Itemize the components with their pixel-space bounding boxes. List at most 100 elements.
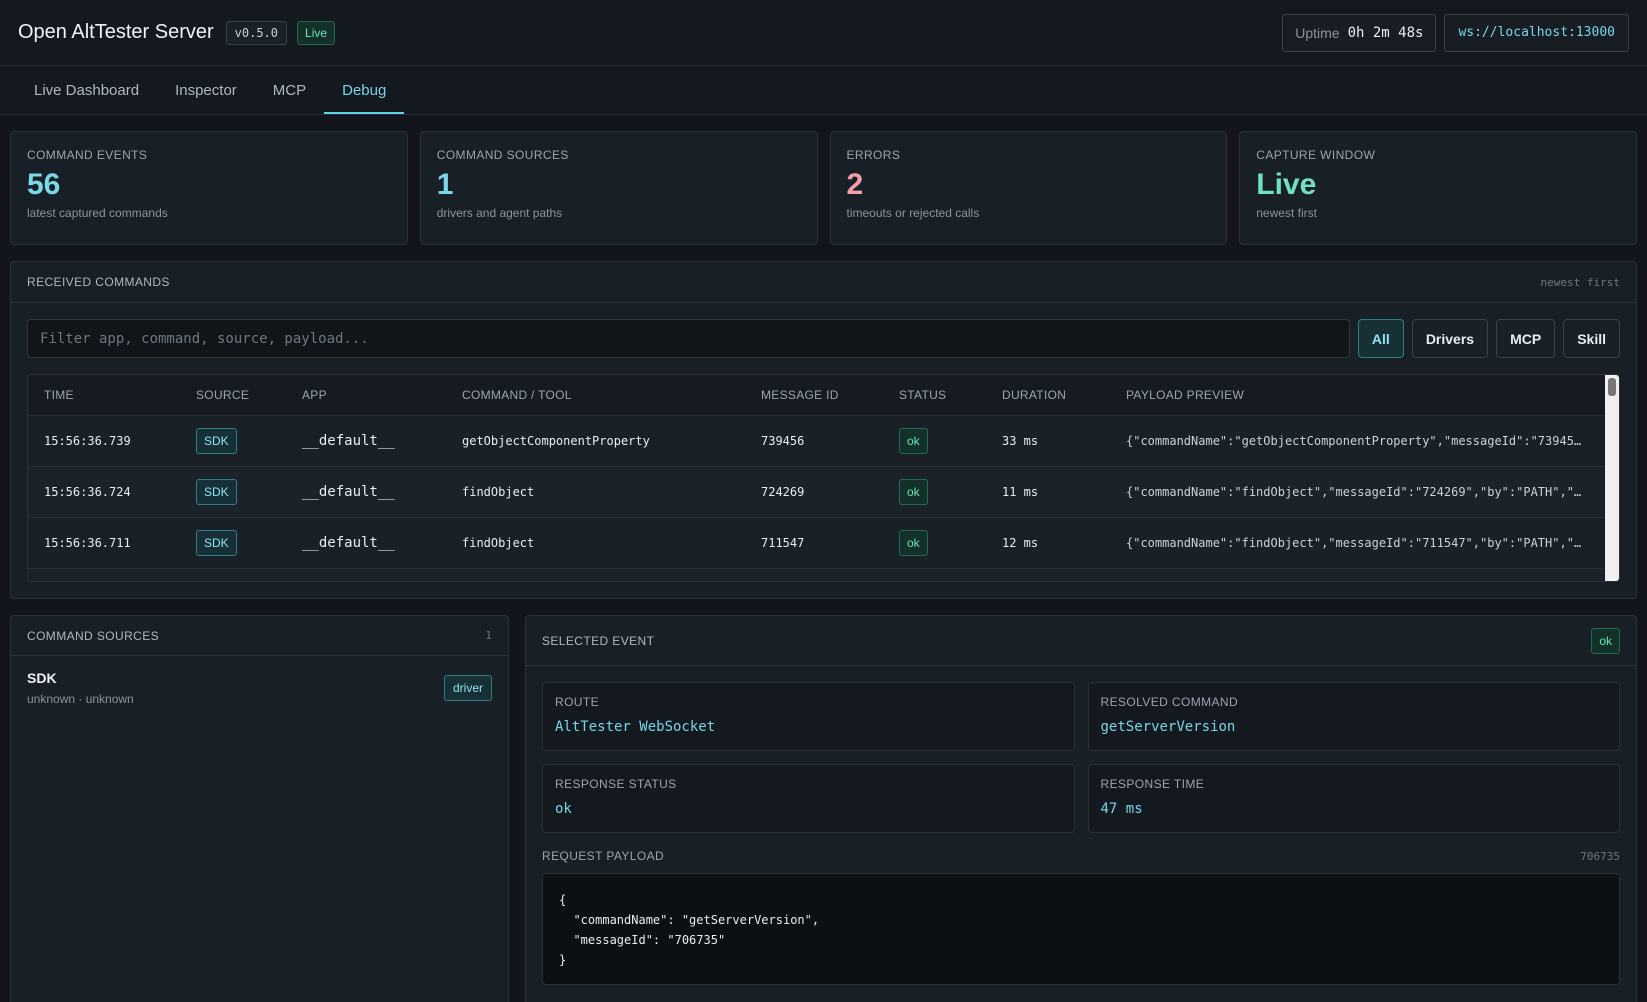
panel-title: RECEIVED COMMANDS: [27, 275, 170, 289]
request-payload-label: REQUEST PAYLOAD: [542, 849, 665, 863]
sources-count: 1: [485, 629, 492, 642]
status-badge: [899, 580, 919, 581]
scrollbar-thumb[interactable]: [1608, 378, 1616, 396]
cell-app: __default__: [286, 414, 446, 466]
version-badge: v0.5.0: [225, 20, 288, 45]
top-bar: Open AltTester Server v0.5.0 Live Uptime…: [0, 0, 1647, 66]
stat-subtitle: newest first: [1256, 206, 1317, 220]
cell-command: findObject: [446, 516, 745, 568]
cell-message-id: 739456: [745, 414, 883, 466]
selected-event-panel: SELECTED EVENT ok ROUTE AltTester WebSoc…: [525, 615, 1637, 1002]
commands-table: TIME SOURCE APP COMMAND / TOOL MESSAGE I…: [27, 374, 1620, 582]
tab-live-dashboard[interactable]: Live Dashboard: [16, 66, 157, 114]
stat-label: COMMAND EVENTS: [27, 148, 148, 162]
column-header-duration[interactable]: DURATION: [986, 375, 1110, 415]
column-header-command[interactable]: COMMAND / TOOL: [446, 375, 745, 415]
request-payload-header: REQUEST PAYLOAD 706735: [526, 833, 1636, 863]
filter-mcp-button[interactable]: MCP: [1496, 319, 1556, 358]
field-value: ok: [555, 801, 572, 817]
stat-subtitle: drivers and agent paths: [436, 206, 563, 220]
stat-card-command-sources: COMMAND SOURCES 1 drivers and agent path…: [419, 131, 818, 245]
source-badge: [196, 580, 216, 581]
resolved-command-field: RESOLVED COMMAND getServerVersion: [1087, 682, 1620, 751]
panel-header: SELECTED EVENT ok: [526, 616, 1636, 666]
column-header-payload[interactable]: PAYLOAD PREVIEW: [1110, 375, 1604, 415]
main-tabs: Live Dashboard Inspector MCP Debug: [0, 66, 1647, 115]
request-payload-id: 706735: [1580, 849, 1620, 863]
tab-debug[interactable]: Debug: [324, 66, 405, 114]
sort-hint: newest first: [1540, 275, 1620, 289]
source-kind-badge: driver: [443, 675, 492, 701]
field-label: ROUTE: [555, 695, 599, 709]
uptime-label: Uptime: [1295, 24, 1340, 41]
source-item[interactable]: SDK unknown · unknown driver: [11, 656, 508, 720]
stat-subtitle: timeouts or rejected calls: [846, 206, 980, 220]
cell-duration: 11 ms: [986, 465, 1110, 517]
cell-time: 15:56:36.739: [28, 414, 180, 466]
column-header-status[interactable]: STATUS: [883, 375, 986, 415]
request-payload-code[interactable]: { "commandName": "getServerVersion", "me…: [542, 873, 1620, 985]
source-name: SDK: [27, 670, 57, 686]
received-commands-panel: RECEIVED COMMANDS newest first All Drive…: [10, 261, 1637, 599]
filter-skill-button[interactable]: Skill: [1563, 319, 1620, 358]
cell-duration: 33 ms: [986, 414, 1110, 466]
source-badge: SDK: [196, 529, 237, 556]
bottom-section: COMMAND SOURCES 1 SDK unknown · unknown …: [10, 615, 1637, 1002]
table-row[interactable]: 15:56:36.739 SDK __default__ getObjectCo…: [28, 414, 1604, 466]
field-value: getServerVersion: [1100, 719, 1236, 735]
stat-card-capture-window: CAPTURE WINDOW Live newest first: [1239, 131, 1637, 245]
filter-all-button[interactable]: All: [1357, 319, 1404, 358]
source-meta: unknown · unknown: [27, 692, 134, 706]
column-header-source[interactable]: SOURCE: [180, 375, 286, 415]
uptime-value: 0h 2m 48s: [1347, 24, 1424, 41]
stat-value: Live: [1256, 168, 1317, 201]
panel-title: SELECTED EVENT: [542, 633, 655, 648]
column-header-message-id[interactable]: MESSAGE ID: [745, 375, 883, 415]
cell-duration: 12 ms: [986, 516, 1110, 568]
stat-card-errors: ERRORS 2 timeouts or rejected calls: [829, 131, 1228, 245]
stats-row: COMMAND EVENTS 56 latest captured comman…: [0, 115, 1647, 245]
status-badge: ok: [899, 427, 928, 454]
column-header-time[interactable]: TIME: [28, 375, 180, 415]
cell-payload: {"commandName":"getObjectComponentProper…: [1110, 414, 1604, 466]
command-filter-input[interactable]: [27, 319, 1350, 358]
panel-title: COMMAND SOURCES: [27, 628, 160, 643]
stat-value: 2: [846, 168, 864, 201]
uptime-display: Uptime 0h 2m 48s: [1282, 13, 1437, 52]
cell-app: __default__: [286, 465, 446, 517]
stat-value: 56: [27, 168, 61, 201]
stat-label: COMMAND SOURCES: [436, 148, 569, 162]
response-time-field: RESPONSE TIME 47 ms: [1087, 764, 1620, 833]
tab-inspector[interactable]: Inspector: [157, 66, 255, 114]
tab-mcp[interactable]: MCP: [255, 66, 324, 114]
field-value: AltTester WebSocket: [555, 719, 716, 735]
source-badge: SDK: [196, 478, 237, 505]
column-header-app[interactable]: APP: [286, 375, 446, 415]
stat-card-command-events: COMMAND EVENTS 56 latest captured comman…: [10, 131, 408, 245]
table-row[interactable]: 15:56:36.724 SDK __default__ findObject …: [28, 465, 1604, 517]
table-row[interactable]: 15:56:36.711 SDK __default__ findObject …: [28, 516, 1604, 568]
status-badge: ok: [899, 529, 928, 556]
event-details-grid: ROUTE AltTester WebSocket RESOLVED COMMA…: [526, 666, 1636, 833]
table-header-row: TIME SOURCE APP COMMAND / TOOL MESSAGE I…: [28, 375, 1604, 415]
cell-time: 15:56:36.724: [28, 465, 180, 517]
cell-message-id: 711547: [745, 516, 883, 568]
panel-header: COMMAND SOURCES 1: [11, 616, 508, 656]
cell-command: getObjectComponentProperty: [446, 414, 745, 466]
table-row[interactable]: [28, 567, 1604, 581]
route-field: ROUTE AltTester WebSocket: [542, 682, 1075, 751]
filter-drivers-button[interactable]: Drivers: [1411, 319, 1489, 358]
cell-app: __default__: [286, 516, 446, 568]
websocket-url[interactable]: ws://localhost:13000: [1444, 13, 1629, 52]
status-badge: ok: [1591, 627, 1620, 654]
cell-payload: {"commandName":"findObject","messageId":…: [1110, 465, 1604, 517]
filter-row: All Drivers MCP Skill: [11, 303, 1636, 358]
status-badge: ok: [899, 478, 928, 505]
stat-label: ERRORS: [846, 148, 901, 162]
response-status-field: RESPONSE STATUS ok: [542, 764, 1075, 833]
field-label: RESPONSE TIME: [1100, 777, 1205, 791]
field-value: 47 ms: [1100, 801, 1143, 817]
cell-time: 15:56:36.711: [28, 516, 180, 568]
live-status-badge: Live: [297, 20, 336, 45]
table-scrollbar[interactable]: [1605, 375, 1619, 581]
